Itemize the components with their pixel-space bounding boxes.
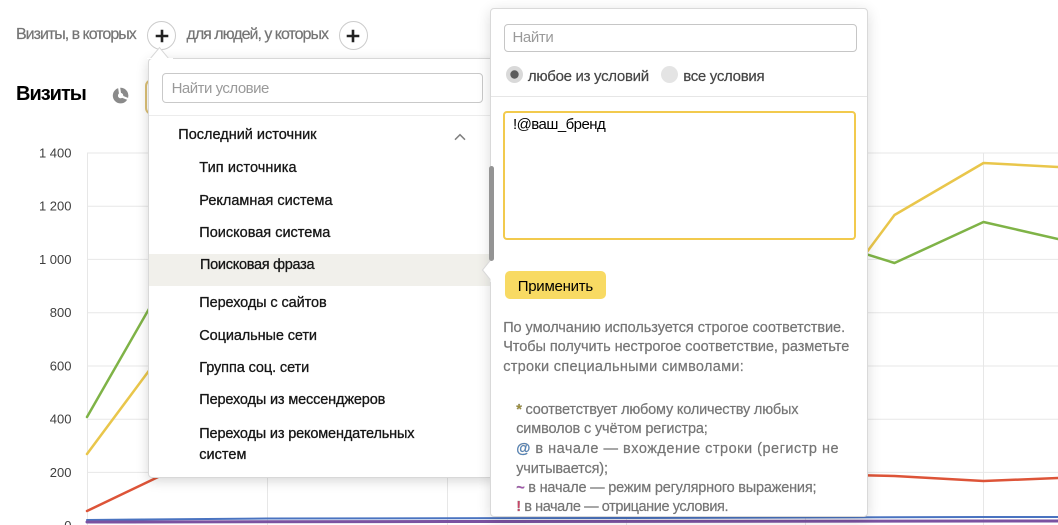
svg-text:200: 200 [50, 465, 72, 480]
svg-text:1 200: 1 200 [39, 199, 72, 214]
svg-text:800: 800 [50, 305, 72, 320]
svg-text:1 000: 1 000 [39, 252, 72, 267]
svg-text:600: 600 [50, 358, 72, 373]
svg-text:1 400: 1 400 [39, 146, 72, 161]
svg-text:400: 400 [50, 412, 72, 427]
svg-text:0: 0 [64, 518, 71, 525]
